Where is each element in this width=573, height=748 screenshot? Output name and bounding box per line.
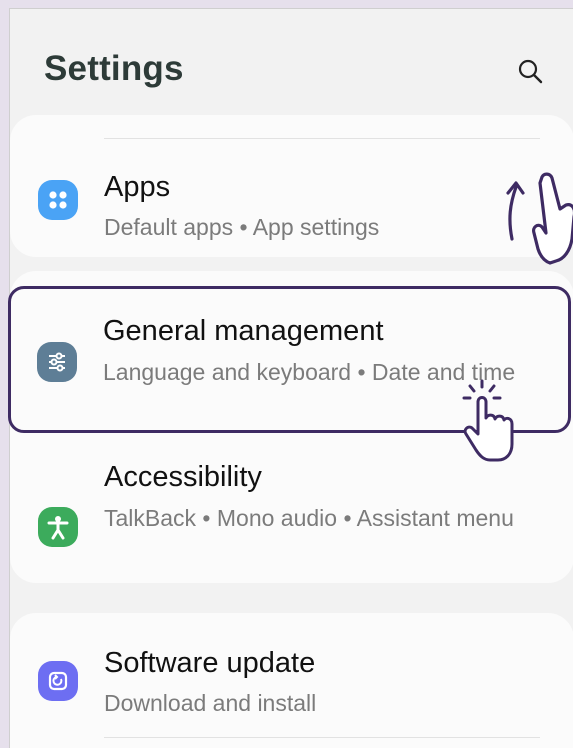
software-update-icon [48,671,68,691]
apps-icon [49,191,67,209]
swipe-up-hand-icon [506,172,573,265]
divider [104,138,540,139]
divider [104,737,540,738]
settings-item-accessibility[interactable]: Accessibility TalkBack • Mono audio • As… [10,451,573,571]
software-update-title: Software update [104,647,316,679]
settings-item-software-update[interactable]: Software update Download and install [10,613,573,733]
accessibility-icon-wrapper [38,507,78,547]
tap-hand-icon [462,379,514,462]
apps-subtitle: Default apps • App settings [104,214,380,240]
settings-card-1: Apps Default apps • App settings [10,115,573,257]
apps-title: Apps [104,171,171,203]
sliders-icon-wrapper [37,342,77,382]
page-title: Settings [44,49,184,88]
search-icon [518,59,543,84]
settings-card-3: Software update Download and install [10,613,573,748]
sliders-icon [49,352,65,372]
software-update-subtitle: Download and install [104,690,317,716]
software-update-icon-wrapper [38,661,78,701]
accessibility-icon [47,516,69,540]
settings-item-apps[interactable]: Apps Default apps • App settings [10,145,573,255]
accessibility-title: Accessibility [104,461,262,493]
search-button[interactable] [510,51,550,91]
apps-icon-wrapper [38,180,78,220]
general-management-title: General management [103,315,384,347]
accessibility-subtitle: TalkBack • Mono audio • Assistant menu [104,505,514,531]
